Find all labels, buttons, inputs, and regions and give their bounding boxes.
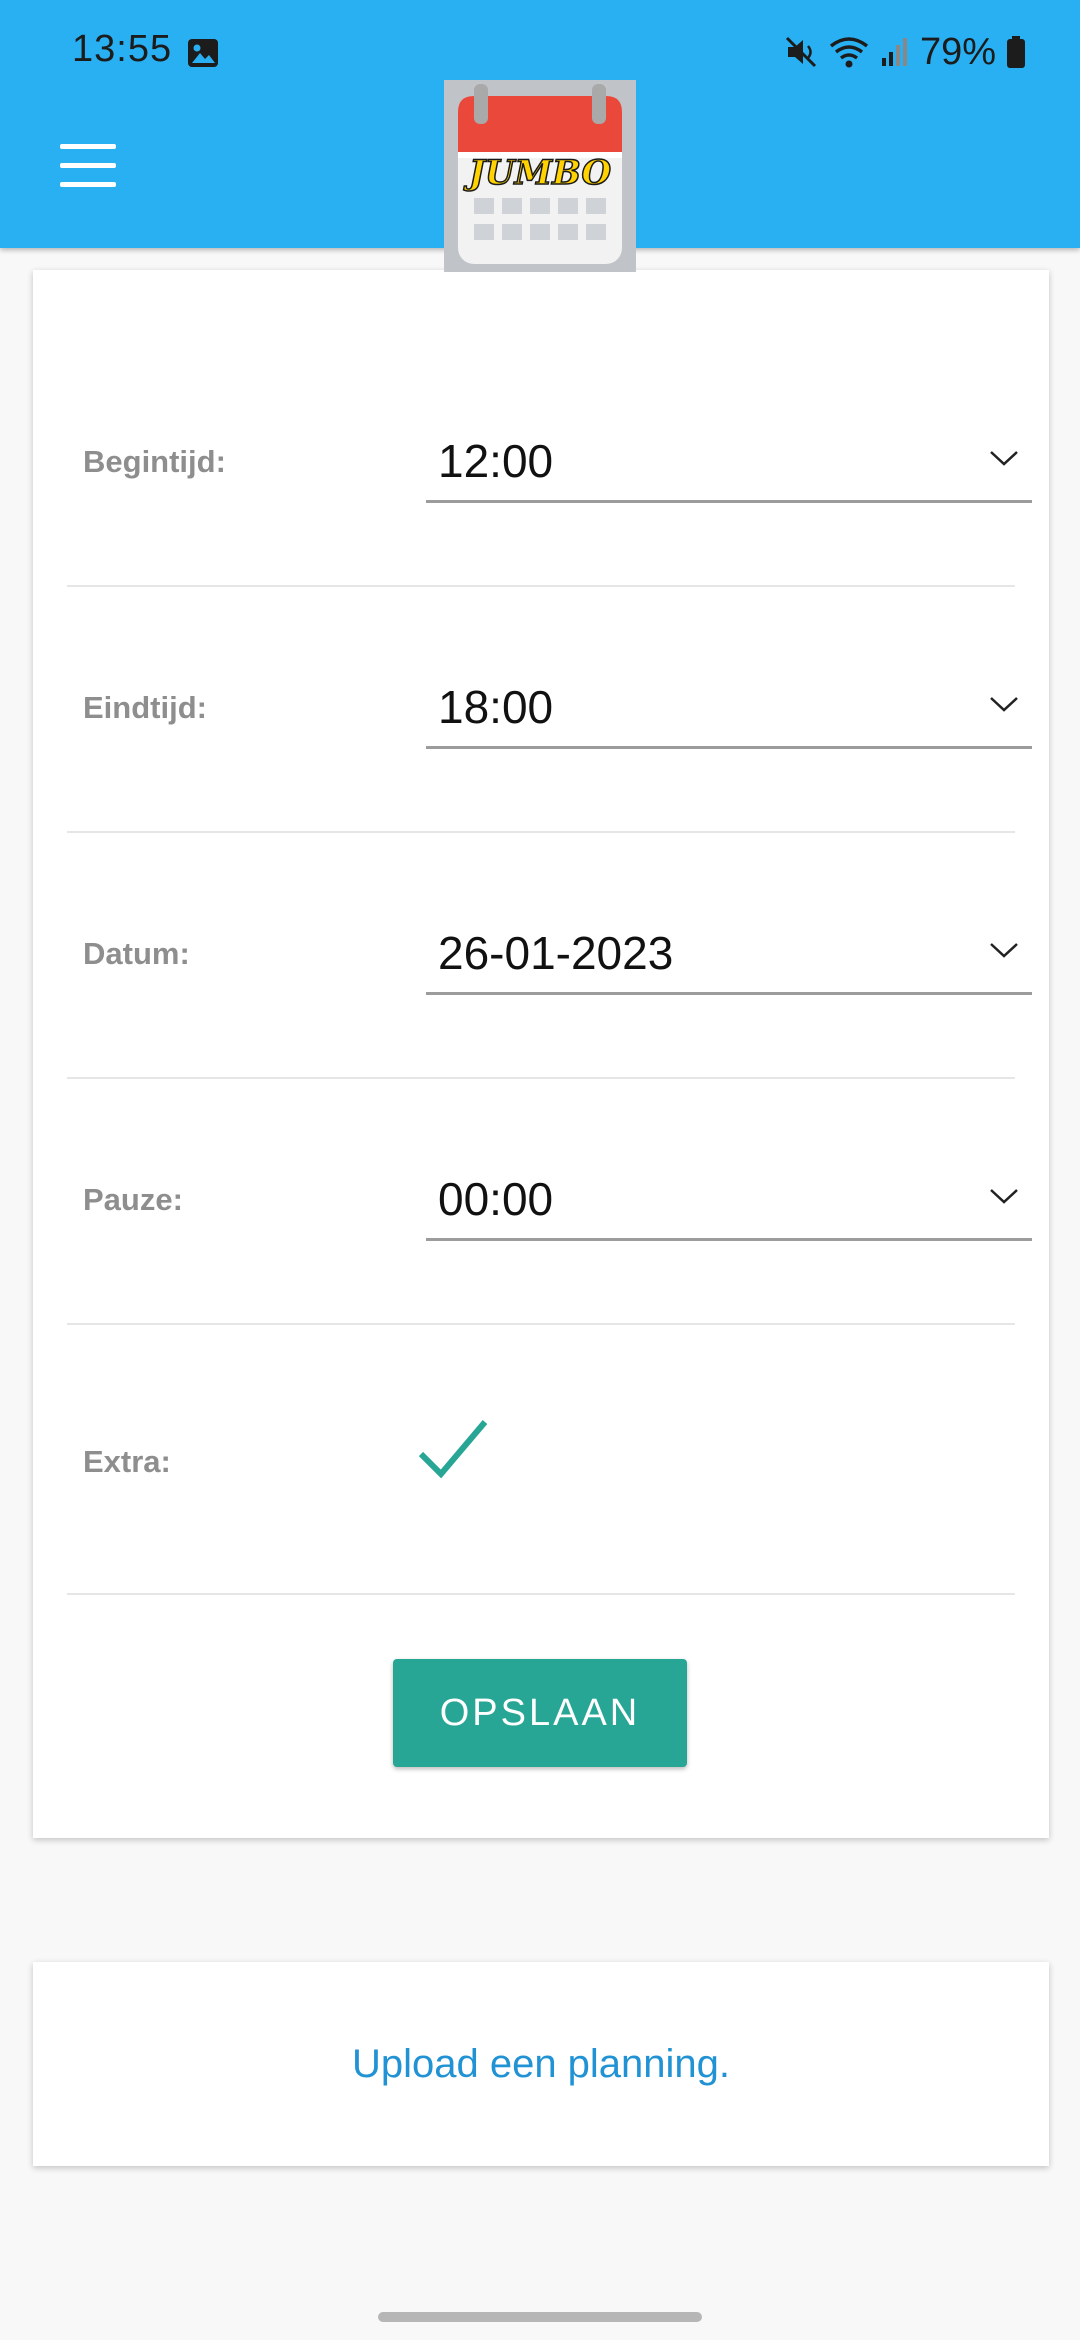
begintijd-row: Begintijd: 12:00 — [67, 400, 1032, 520]
battery-icon — [1007, 36, 1025, 68]
chevron-down-icon — [990, 1189, 1018, 1204]
pauze-value: 00:00 — [438, 1173, 554, 1225]
eindtijd-row: Eindtijd: 18:00 — [67, 646, 1032, 766]
app-logo: JUMBO — [444, 80, 636, 272]
wifi-icon — [829, 37, 869, 68]
pauze-select[interactable]: 00:00 — [426, 1138, 1032, 1241]
upload-schedule-link[interactable]: Upload een planning. — [352, 2042, 730, 2087]
chevron-down-icon — [990, 943, 1018, 958]
svg-text:JUMBO: JUMBO — [463, 153, 612, 193]
eindtijd-value: 18:00 — [438, 681, 554, 733]
divider — [67, 1323, 1015, 1325]
begintijd-value: 12:00 — [438, 435, 554, 487]
pauze-label: Pauze: — [83, 1182, 183, 1217]
shift-form-card: Begintijd: 12:00 Eindtijd: 18:00 Datum: … — [33, 270, 1049, 1838]
hamburger-menu-icon[interactable] — [60, 144, 118, 188]
divider — [67, 1077, 1015, 1079]
begintijd-select[interactable]: 12:00 — [426, 400, 1032, 503]
divider — [67, 585, 1015, 587]
upload-card: Upload een planning. — [33, 1962, 1049, 2166]
datum-select[interactable]: 26-01-2023 — [426, 892, 1032, 995]
status-time: 13:55 — [72, 28, 173, 70]
chevron-down-icon — [990, 697, 1018, 712]
datum-row: Datum: 26-01-2023 — [67, 892, 1032, 1012]
eindtijd-label: Eindtijd: — [83, 690, 207, 725]
battery-percentage: 79% — [919, 30, 996, 73]
datum-label: Datum: — [83, 936, 190, 971]
status-icons: 79% — [784, 28, 1026, 76]
divider — [67, 831, 1015, 833]
begintijd-label: Begintijd: — [83, 444, 226, 479]
chevron-down-icon — [990, 451, 1018, 466]
datum-value: 26-01-2023 — [438, 927, 674, 979]
signal-icon — [881, 38, 907, 66]
extra-label: Extra: — [83, 1444, 171, 1479]
save-button[interactable]: OPSLAAN — [393, 1659, 687, 1767]
image-icon — [188, 39, 218, 67]
eindtijd-select[interactable]: 18:00 — [426, 646, 1032, 749]
pauze-row: Pauze: 00:00 — [67, 1138, 1032, 1258]
extra-checkbox[interactable] — [417, 1418, 489, 1480]
divider — [67, 1593, 1015, 1595]
home-indicator[interactable] — [378, 2312, 702, 2322]
mute-icon — [785, 36, 816, 68]
